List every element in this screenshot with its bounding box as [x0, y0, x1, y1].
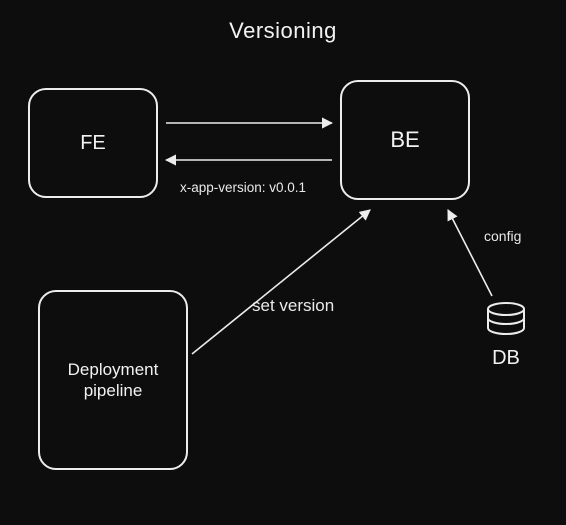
diagram-title: Versioning [0, 18, 566, 44]
node-db: DB [476, 302, 536, 370]
edge-deployment-to-be [192, 210, 370, 354]
edge-label-set-version: set version [252, 296, 334, 316]
node-fe-label: FE [80, 132, 106, 155]
edge-db-to-be [448, 210, 492, 296]
diagram-stage: Versioning FE BE Deployment pipeline DB [0, 0, 566, 525]
node-deployment-label: Deployment pipeline [68, 359, 159, 402]
node-be-label: BE [390, 127, 419, 153]
node-db-label: DB [476, 347, 536, 370]
node-fe: FE [28, 88, 158, 198]
node-deployment-pipeline: Deployment pipeline [38, 290, 188, 470]
database-icon [484, 325, 528, 342]
node-be: BE [340, 80, 470, 200]
edge-label-config: config [484, 228, 521, 244]
edge-label-app-version: x-app-version: v0.0.1 [180, 180, 306, 195]
